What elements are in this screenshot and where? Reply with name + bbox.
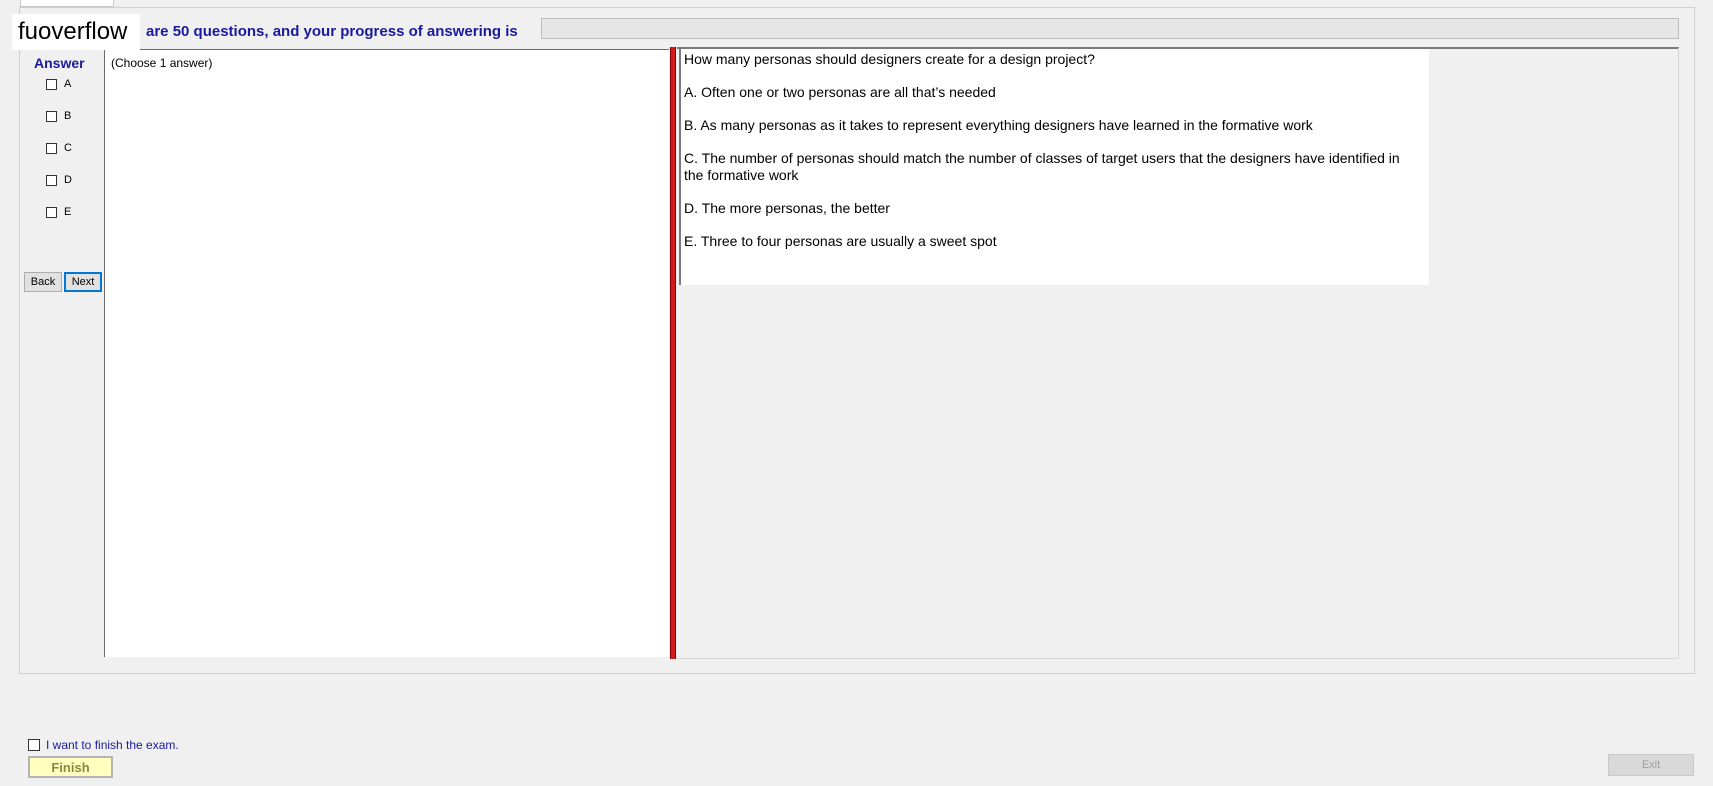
finish-button[interactable]: Finish (28, 756, 113, 778)
option-c-label: C (64, 142, 72, 154)
finish-exam-label: I want to finish the exam. (46, 738, 179, 752)
option-b[interactable]: B (46, 110, 71, 122)
pane-splitter[interactable] (670, 47, 676, 659)
question-box: How many personas should designers creat… (679, 49, 1429, 285)
finish-exam-check[interactable]: I want to finish the exam. (28, 738, 179, 752)
option-b-checkbox[interactable] (46, 110, 57, 122)
choice-e-text: E. Three to four personas are usually a … (684, 233, 997, 249)
option-a-label: A (64, 78, 72, 90)
option-d[interactable]: D (46, 174, 72, 186)
choice-a-text: A. Often one or two personas are all tha… (684, 84, 996, 100)
answer-instruction-pane: (Choose 1 answer) (104, 49, 669, 657)
finish-exam-checkbox[interactable] (28, 739, 40, 751)
choice-b-text: B. As many personas as it takes to repre… (684, 117, 1313, 133)
next-button[interactable]: Next (64, 272, 102, 292)
option-e-checkbox[interactable] (46, 206, 57, 218)
option-a-checkbox[interactable] (46, 78, 57, 90)
option-d-label: D (64, 174, 72, 186)
option-c[interactable]: C (46, 142, 72, 154)
choose-instruction: (Choose 1 answer) (111, 56, 213, 70)
option-e[interactable]: E (46, 206, 71, 218)
option-b-label: B (64, 110, 72, 122)
option-e-label: E (64, 206, 72, 218)
exam-window: fuoverflow are 50 questions, and your pr… (0, 0, 1713, 786)
top-tab[interactable] (20, 0, 114, 7)
watermark-logo: fuoverflow (12, 14, 140, 50)
choice-c-text: C. The number of personas should match t… (684, 150, 1400, 183)
question-text: How many personas should designers creat… (684, 51, 1095, 67)
progress-label: are 50 questions, and your progress of a… (146, 23, 518, 40)
exit-button[interactable]: Exit (1608, 754, 1694, 776)
option-d-checkbox[interactable] (46, 174, 57, 186)
option-c-checkbox[interactable] (46, 142, 57, 154)
back-button[interactable]: Back (24, 272, 62, 292)
progress-bar (541, 18, 1679, 39)
option-a[interactable]: A (46, 78, 71, 90)
answer-title: Answer (34, 55, 85, 71)
choice-d-text: D. The more personas, the better (684, 200, 890, 216)
